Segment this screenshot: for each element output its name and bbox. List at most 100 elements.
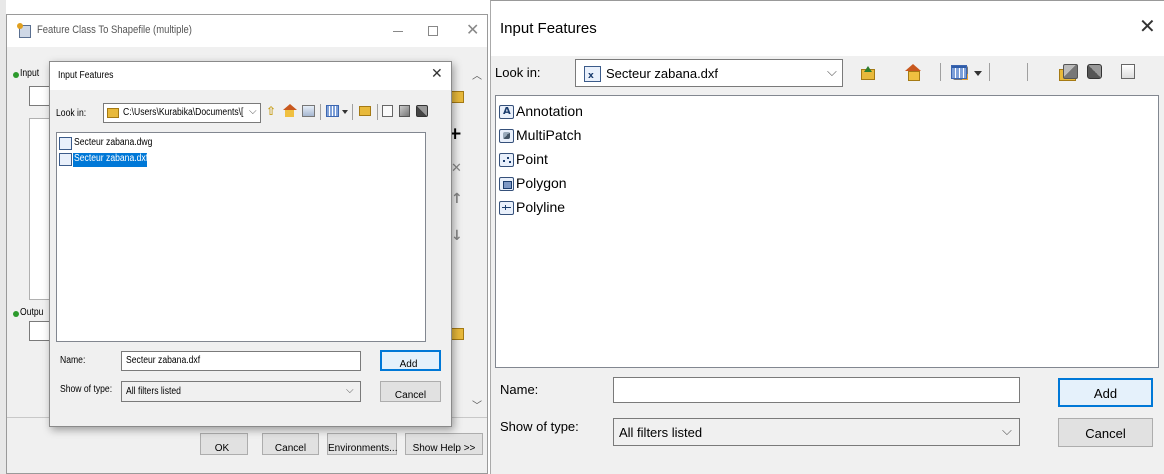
input-label: Input — [20, 68, 40, 79]
cancel-button-label: Cancel — [1085, 426, 1126, 441]
connect-folder-icon[interactable] — [302, 105, 315, 117]
scroll-down-icon[interactable]: ﹀ — [472, 397, 482, 412]
add-button[interactable]: Add — [1058, 378, 1153, 407]
look-in-value: Secteur zabana.dxf — [606, 66, 719, 81]
close-icon[interactable]: ✕ — [466, 20, 479, 39]
output-label: Outpu — [20, 307, 44, 318]
database-icon[interactable] — [1087, 64, 1102, 79]
polyline-icon — [499, 200, 514, 215]
cancel-tool-button[interactable]: Cancel — [262, 433, 319, 455]
file-list-small[interactable]: Secteur zabana.dwg Secteur zabana.dxf — [56, 132, 426, 342]
name-input-small[interactable]: Secteur zabana.dxf — [121, 351, 361, 371]
add-button-small[interactable]: Add — [380, 350, 441, 371]
dialog-small-title: Input Features — [58, 70, 114, 81]
cancel-button-label-small: Cancel — [394, 390, 427, 401]
file-item-dwg[interactable]: Secteur zabana.dwg — [59, 137, 169, 151]
remove-row-icon[interactable]: ✕ — [451, 161, 462, 176]
output-required-dot — [13, 311, 19, 317]
dialog-large-title: Input Features — [500, 20, 597, 37]
catalog-icon[interactable] — [399, 105, 410, 117]
list-item-point[interactable]: Point — [499, 150, 619, 168]
up-one-level-icon[interactable]: ⇧ — [266, 104, 276, 118]
type-combo-value: All filters listed — [619, 425, 703, 440]
list-item-annotation[interactable]: A Annotation — [499, 102, 619, 120]
name-label-small: Name: — [60, 355, 86, 366]
left-screenshot: Feature Class To Shapefile (multiple) ✕ … — [0, 0, 488, 474]
cancel-button[interactable]: Cancel — [1058, 418, 1153, 447]
tool-scrollbar[interactable]: ︿ ﹀ — [469, 67, 485, 412]
type-combo-value-small: All filters listed — [126, 386, 181, 397]
look-in-value-small: C:\Users\Kurabika\Documents\[ — [123, 107, 244, 118]
home-icon[interactable] — [905, 64, 922, 81]
catalog-icon[interactable] — [1063, 64, 1078, 79]
database-icon[interactable] — [416, 105, 428, 117]
details-icon[interactable] — [382, 105, 393, 117]
name-label: Name: — [500, 382, 539, 397]
input-features-dialog-large: Input Features ✕ Look in: x Secteur zaba… — [490, 0, 1164, 474]
point-icon — [499, 152, 514, 167]
toolbar-separator-3 — [377, 104, 378, 120]
feature-list[interactable]: A Annotation MultiPatch Point Polygon Po… — [495, 95, 1159, 368]
show-help-button[interactable]: Show Help >> — [405, 433, 483, 455]
look-in-label: Look in: — [495, 65, 541, 80]
file-name: Secteur zabana.dxf — [74, 153, 149, 164]
list-item-polyline[interactable]: Polyline — [499, 198, 619, 216]
toolbar-separator-2 — [352, 104, 353, 120]
multipatch-icon — [499, 128, 514, 143]
new-folder-icon[interactable] — [359, 106, 371, 116]
cad-file-icon — [59, 137, 72, 150]
list-item-label: Polygon — [516, 175, 567, 191]
dialog-small-close-icon[interactable]: ✕ — [431, 66, 443, 82]
input-features-dialog-small: Input Features ✕ Look in: C:\Users\Kurab… — [49, 61, 452, 427]
cancel-tool-button-label: Cancel — [274, 443, 307, 454]
browse-folder-icon[interactable] — [450, 91, 464, 103]
list-item-label: Annotation — [516, 103, 583, 119]
toolbox-tool-icon — [17, 23, 31, 38]
tool-window-titlebar: Feature Class To Shapefile (multiple) ✕ — [7, 15, 487, 47]
move-down-icon[interactable]: ↓ — [451, 228, 463, 244]
minimize-icon[interactable] — [393, 31, 403, 32]
look-in-dropdown-icon[interactable]: ⌵ — [827, 65, 837, 80]
up-one-level-icon[interactable] — [859, 66, 875, 80]
home-icon[interactable] — [283, 104, 297, 117]
list-item-label: MultiPatch — [516, 127, 582, 143]
toolbar-small: ⇧ — [266, 104, 446, 122]
dialog-large-close-icon[interactable]: ✕ — [1139, 14, 1156, 38]
type-combo-small[interactable]: All filters listed ⌵ — [121, 381, 361, 402]
cad-file-icon — [59, 153, 72, 166]
show-help-button-label: Show Help >> — [412, 443, 476, 454]
tool-window-title: Feature Class To Shapefile (multiple) — [37, 24, 192, 36]
environments-button[interactable]: Environments... — [327, 433, 397, 455]
toolbar-separator-2 — [989, 63, 990, 81]
name-input[interactable] — [613, 377, 1020, 403]
maximize-icon[interactable] — [428, 26, 438, 36]
details-icon[interactable] — [1120, 64, 1135, 79]
file-item-dxf[interactable]: Secteur zabana.dxf — [59, 153, 149, 167]
look-in-combo[interactable]: x Secteur zabana.dxf ⌵ — [575, 59, 843, 87]
type-combo-dropdown-icon-small[interactable]: ⌵ — [346, 385, 354, 396]
view-options-icon[interactable] — [326, 105, 339, 117]
type-label: Show of type: — [500, 419, 579, 434]
look-in-dropdown-icon-small[interactable]: ⌵ — [249, 106, 257, 117]
cad-dataset-icon: x — [584, 66, 601, 82]
add-button-label-small: Add — [399, 359, 418, 370]
list-item-polygon[interactable]: Polygon — [499, 174, 619, 192]
scroll-up-icon[interactable]: ︿ — [472, 67, 482, 82]
list-item-label: Polyline — [516, 199, 566, 215]
view-options-icon[interactable] — [951, 65, 967, 79]
cancel-button-small[interactable]: Cancel — [380, 381, 441, 402]
browse-output-icon[interactable] — [450, 328, 464, 340]
ok-button[interactable]: OK — [200, 433, 248, 455]
annotation-icon: A — [499, 104, 514, 119]
move-up-icon[interactable]: ↑ — [451, 191, 463, 207]
view-options-caret-icon[interactable] — [342, 110, 348, 114]
list-item-multipatch[interactable]: MultiPatch — [499, 126, 619, 144]
dialog-large-titlebar: Input Features ✕ — [491, 1, 1164, 56]
look-in-combo-small[interactable]: C:\Users\Kurabika\Documents\[ ⌵ — [103, 103, 261, 123]
type-combo[interactable]: All filters listed ⌵ — [613, 418, 1020, 446]
type-combo-dropdown-icon[interactable]: ⌵ — [1002, 424, 1012, 439]
toolbar-separator — [940, 63, 941, 81]
ok-button-label: OK — [214, 443, 230, 454]
toolbar — [855, 59, 1160, 87]
view-options-caret-icon[interactable] — [974, 71, 982, 76]
